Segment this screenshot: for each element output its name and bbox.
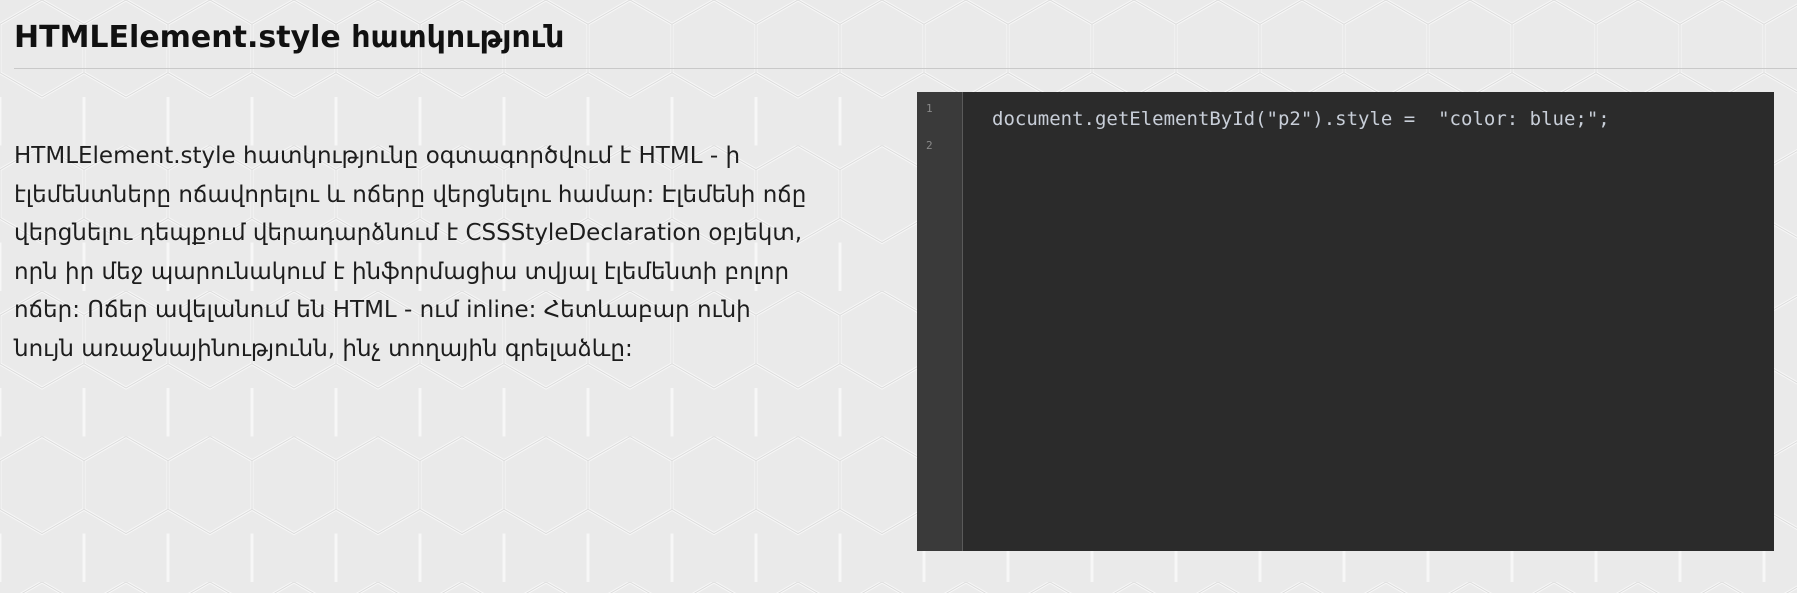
description-line: վերցնելու դեպքում վերադարձնում է CSSStyl…	[14, 220, 803, 246]
line-number: 2	[926, 139, 933, 152]
article-page: HTMLElement.style հատկություն HTMLElemen…	[0, 0, 1797, 593]
description-line: HTMLElement.style հատկությունը օգտագործվ…	[14, 143, 741, 169]
line-number: 1	[926, 102, 933, 115]
description-line: նույն առաջնայինությունն, ինչ տողային գրե…	[14, 335, 633, 362]
description-line: ոճեր: Ոճեր ավելանում են HTML - ում inlin…	[14, 297, 751, 323]
code-line[interactable]: document.getElementById("p2").style = "c…	[992, 102, 1774, 136]
page-title: HTMLElement.style հատկություն	[14, 20, 565, 55]
title-divider	[14, 68, 1797, 69]
code-area[interactable]: document.getElementById("p2").style = "c…	[992, 102, 1774, 136]
code-editor[interactable]: 1 2 document.getElementById("p2").style …	[917, 92, 1774, 551]
line-number-gutter: 1 2	[917, 92, 963, 551]
description-line: որն իր մեջ պարունակում է ինֆորմացիա տվյա…	[14, 258, 790, 285]
description-text: HTMLElement.style հատկությունը օգտագործվ…	[14, 137, 899, 368]
description-line: էլեմենտները ոճավորելու և ոճերը վերցնելու…	[14, 181, 807, 208]
